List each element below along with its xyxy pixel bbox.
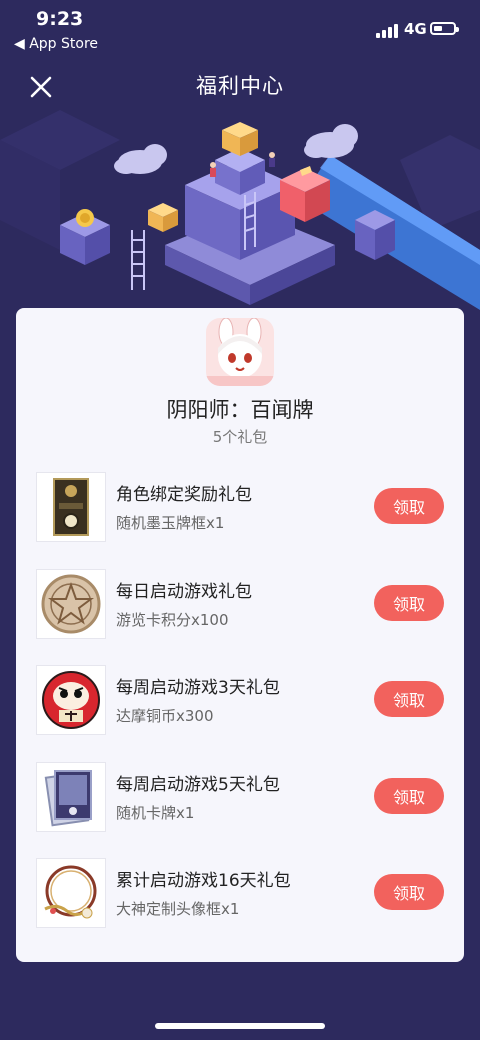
gift-desc: 大神定制头像框x1 — [116, 900, 240, 918]
gift-title: 角色绑定奖励礼包 — [116, 485, 252, 505]
gift-desc: 达摩铜币x300 — [116, 707, 214, 725]
avatar-frame-icon — [36, 858, 106, 928]
card-frame-icon — [36, 472, 106, 542]
gift-item: 每日启动游戏礼包 游览卡积分x100 领取 — [16, 569, 464, 641]
app-icon — [206, 318, 274, 386]
claim-button[interactable]: 领取 — [374, 874, 444, 910]
gift-item: 每周启动游戏5天礼包 随机卡牌x1 领取 — [16, 762, 464, 834]
gift-desc: 随机卡牌x1 — [116, 804, 195, 822]
back-to-app-store-link[interactable]: ◀ App Store — [14, 36, 98, 52]
gift-item: 角色绑定奖励礼包 随机墨玉牌框x1 领取 — [16, 472, 464, 544]
gift-count: 5个礼包 — [212, 428, 268, 446]
gift-item: 累计启动游戏16天礼包 大神定制头像框x1 领取 — [16, 858, 464, 930]
pentagram-coin-icon — [36, 569, 106, 639]
page-title: 福利中心 — [196, 74, 284, 98]
signal-icon — [376, 24, 400, 38]
app-name: 阴阳师：百闻牌 — [166, 398, 314, 422]
claim-button[interactable]: 领取 — [374, 585, 444, 621]
gift-title: 累计启动游戏16天礼包 — [116, 871, 291, 891]
hero-illustration — [0, 100, 480, 320]
claim-button[interactable]: 领取 — [374, 488, 444, 524]
status-time: 9:23 — [36, 8, 84, 30]
gift-desc: 随机墨玉牌框x1 — [116, 514, 225, 532]
gift-title: 每周启动游戏5天礼包 — [116, 775, 280, 795]
daruma-coin-icon — [36, 665, 106, 735]
claim-button[interactable]: 领取 — [374, 778, 444, 814]
gift-title: 每周启动游戏3天礼包 — [116, 678, 280, 698]
battery-icon — [430, 22, 459, 35]
gift-card: 阴阳师：百闻牌 5个礼包 角色绑定奖励礼包 随机墨玉牌框x1 领取 每日启动游戏… — [16, 308, 464, 962]
status-bar: 9:23 ◀ App Store 4G — [0, 0, 480, 60]
network-type: 4G — [404, 20, 427, 38]
home-indicator[interactable] — [155, 1023, 325, 1029]
card-stack-icon — [36, 762, 106, 832]
claim-button[interactable]: 领取 — [374, 681, 444, 717]
gift-desc: 游览卡积分x100 — [116, 611, 229, 629]
gift-title: 每日启动游戏礼包 — [116, 582, 252, 602]
gift-item: 每周启动游戏3天礼包 达摩铜币x300 领取 — [16, 665, 464, 737]
